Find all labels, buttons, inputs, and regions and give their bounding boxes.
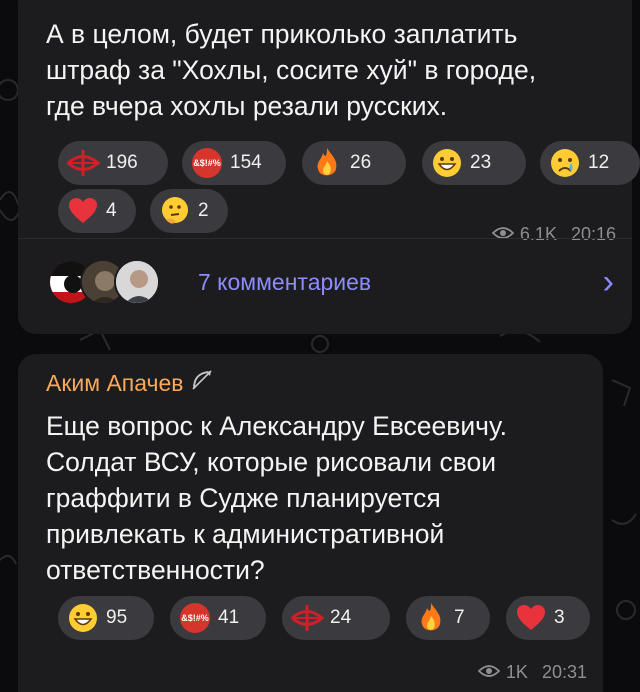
fire-icon (414, 601, 448, 635)
reaction-angry[interactable]: &$!#% 154 (182, 141, 286, 185)
reaction-heart[interactable]: 3 (506, 596, 590, 640)
message-line: где вчера хохлы резали русских. (46, 91, 448, 121)
eye-icon (477, 662, 501, 683)
crying-face-icon (548, 146, 582, 180)
reaction-count: 7 (454, 607, 465, 628)
angry-censored-face-icon: &$!#% (190, 146, 224, 180)
reaction-fire[interactable]: 7 (406, 596, 490, 640)
author-label: Аким Апачев (46, 369, 184, 396)
avatar (114, 259, 160, 305)
reaction-count: 154 (230, 152, 262, 173)
author-name[interactable]: Аким Апачев (46, 368, 214, 398)
reaction-count: 2 (198, 200, 209, 221)
reaction-crossbow[interactable]: 196 (58, 141, 168, 185)
crossbow-icon (290, 601, 324, 635)
reaction-count: 196 (106, 152, 138, 173)
reaction-count: 95 (106, 607, 128, 628)
reaction-grin[interactable]: 23 (422, 141, 526, 185)
message-line: штраф за "Хохлы, сосите хуй" в городе, (46, 55, 537, 85)
message-meta: 6.1K 20:16 (491, 224, 616, 245)
reaction-count: 41 (218, 607, 240, 628)
reaction-count: 26 (350, 152, 372, 173)
heart-icon (514, 601, 548, 635)
chevron-right-icon: › (602, 263, 614, 301)
reaction-count: 3 (554, 607, 565, 628)
timestamp: 20:31 (541, 662, 587, 682)
eye-icon (491, 224, 515, 245)
message-meta: 1K 20:31 (477, 662, 587, 683)
message-line: А в целом, будет приколько заплатить (46, 19, 518, 49)
angry-censored-face-icon: &$!#% (178, 601, 212, 635)
comments-link[interactable]: 7 комментариев › (48, 252, 614, 312)
message-line: Солдат ВСУ, которые рисовали свои (46, 447, 497, 477)
comments-count-label: 7 комментариев (198, 268, 372, 295)
reaction-fire[interactable]: 26 (302, 141, 406, 185)
message-bubble: А в целом, будет приколько заплатить штр… (18, 0, 640, 334)
view-count: 1K (505, 662, 528, 682)
fire-icon (310, 146, 344, 180)
message-line: Еще вопрос к Александру Евсеевичу. (46, 411, 507, 441)
message-line: привлекать к административной (46, 519, 445, 549)
reaction-angry[interactable]: &$!#% 41 (170, 596, 266, 640)
reaction-crying[interactable]: 12 (540, 141, 640, 185)
bow-and-arrow-icon (190, 368, 214, 398)
grinning-face-icon (66, 601, 100, 635)
grinning-face-icon (430, 146, 464, 180)
message-line: ответственности? (46, 555, 265, 585)
message-text: Еще вопрос к Александру Евсеевичу. Солда… (46, 408, 583, 588)
reaction-grin[interactable]: 95 (58, 596, 154, 640)
message-line: граффити в Судже планируется (46, 483, 441, 513)
heart-icon (66, 194, 100, 228)
reaction-count: 23 (470, 152, 492, 173)
divider (18, 238, 632, 239)
crossbow-icon (66, 146, 100, 180)
timestamp: 20:16 (570, 224, 616, 244)
reaction-crossbow[interactable]: 24 (282, 596, 390, 640)
view-count: 6.1K (519, 224, 557, 244)
reaction-count: 24 (330, 607, 352, 628)
thinking-face-icon (158, 194, 192, 228)
reaction-thinking[interactable]: 2 (150, 189, 228, 233)
message-bubble: Аким Апачев Еще вопрос к Александру Евсе… (18, 354, 603, 692)
reaction-count: 12 (588, 152, 610, 173)
commenter-avatars (48, 256, 188, 308)
message-text: А в целом, будет приколько заплатить штр… (46, 16, 612, 124)
reaction-heart[interactable]: 4 (58, 189, 136, 233)
reaction-count: 4 (106, 200, 117, 221)
